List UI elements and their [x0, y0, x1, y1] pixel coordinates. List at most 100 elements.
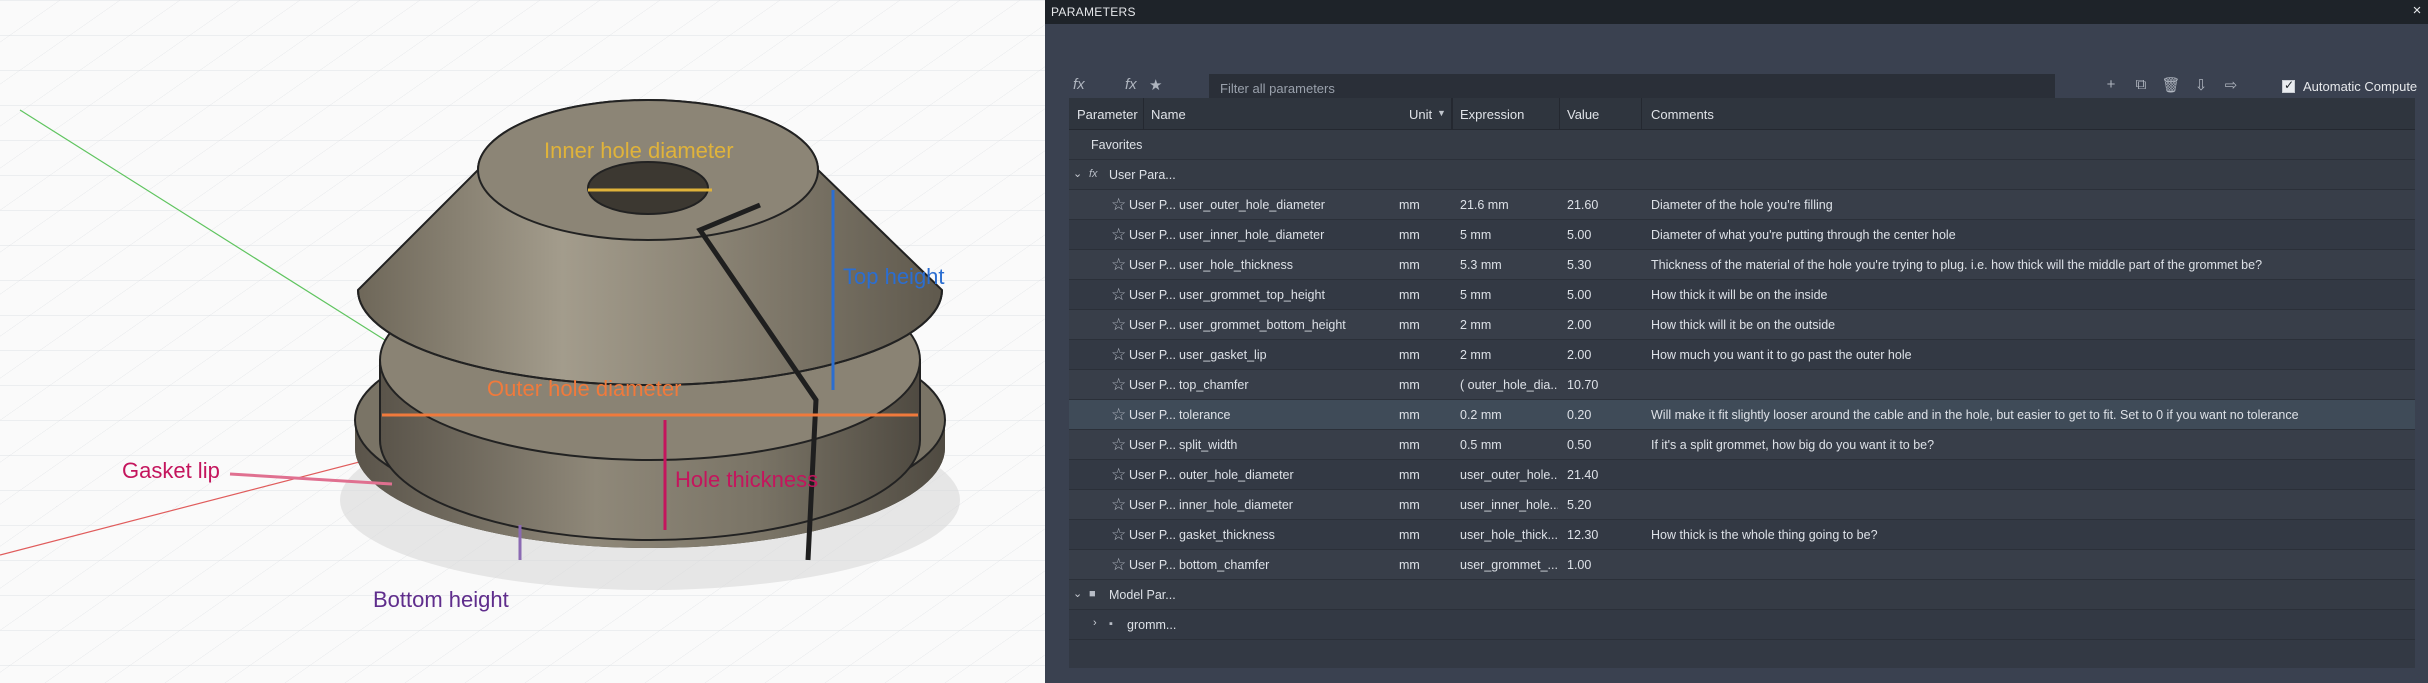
- function-icon[interactable]: fx: [1073, 76, 1085, 93]
- table-row[interactable]: ☆ User P... outer_hole_diameter mm user_…: [1069, 460, 2415, 490]
- param-unit: mm: [1399, 558, 1420, 572]
- 3d-viewport[interactable]: Inner hole diameter Top height Outer hol…: [0, 0, 1045, 683]
- user-function-icon[interactable]: fx: [1125, 76, 1137, 93]
- param-expression[interactable]: 2 mm: [1460, 318, 1558, 332]
- param-type: User P...: [1129, 258, 1177, 272]
- favorite-star-icon[interactable]: ☆: [1111, 375, 1126, 395]
- favorite-star-icon[interactable]: ☆: [1111, 405, 1126, 425]
- table-row[interactable]: ☆ User P... user_inner_hole_diameter mm …: [1069, 220, 2415, 250]
- table-row[interactable]: ☆ User P... gasket_thickness mm user_hol…: [1069, 520, 2415, 550]
- favorite-star-icon[interactable]: ☆: [1111, 195, 1126, 215]
- param-expression[interactable]: 0.2 mm: [1460, 408, 1558, 422]
- param-name[interactable]: outer_hole_diameter: [1179, 468, 1389, 482]
- table-row[interactable]: ☆ User P... user_hole_thickness mm 5.3 m…: [1069, 250, 2415, 280]
- gasket-lip-label: Gasket lip: [122, 458, 220, 483]
- close-icon[interactable]: ×: [2408, 1, 2426, 21]
- param-unit: mm: [1399, 228, 1420, 242]
- favorites-group-row[interactable]: Favorites: [1069, 130, 2415, 160]
- param-comment[interactable]: If it's a split grommet, how big do you …: [1651, 438, 2411, 452]
- favorites-star-icon[interactable]: ★: [1149, 76, 1162, 94]
- param-name[interactable]: bottom_chamfer: [1179, 558, 1389, 572]
- column-header-expression[interactable]: Expression: [1460, 107, 1524, 122]
- param-expression[interactable]: ( outer_hole_dia...: [1460, 378, 1558, 392]
- param-name[interactable]: top_chamfer: [1179, 378, 1389, 392]
- param-comment[interactable]: How much you want it to go past the oute…: [1651, 348, 2411, 362]
- favorite-star-icon[interactable]: ☆: [1111, 255, 1126, 275]
- table-row[interactable]: ☆ User P... user_outer_hole_diameter mm …: [1069, 190, 2415, 220]
- param-name[interactable]: user_grommet_bottom_height: [1179, 318, 1389, 332]
- favorite-star-icon[interactable]: ☆: [1111, 345, 1126, 365]
- user-parameters-group-row[interactable]: ⌄ fx User Para...: [1069, 160, 2415, 190]
- favorite-star-icon[interactable]: ☆: [1111, 435, 1126, 455]
- chevron-right-icon[interactable]: ›: [1093, 617, 1097, 629]
- param-name[interactable]: user_inner_hole_diameter: [1179, 228, 1389, 242]
- param-comment[interactable]: How thick will it be on the outside: [1651, 318, 2411, 332]
- param-expression[interactable]: user_grommet_...: [1460, 558, 1558, 572]
- param-type: User P...: [1129, 318, 1177, 332]
- table-row[interactable]: ☆ User P... user_grommet_top_height mm 5…: [1069, 280, 2415, 310]
- param-expression[interactable]: 5 mm: [1460, 288, 1558, 302]
- param-name[interactable]: split_width: [1179, 438, 1389, 452]
- param-type: User P...: [1129, 558, 1177, 572]
- favorite-star-icon[interactable]: ☆: [1111, 555, 1126, 575]
- favorite-star-icon[interactable]: ☆: [1111, 495, 1126, 515]
- table-row[interactable]: ☆ User P... top_chamfer mm ( outer_hole_…: [1069, 370, 2415, 400]
- import-parameters-icon[interactable]: ⇩: [2191, 76, 2211, 96]
- param-expression[interactable]: 5.3 mm: [1460, 258, 1558, 272]
- param-comment[interactable]: Diameter of the hole you're filling: [1651, 198, 2411, 212]
- param-value: 21.60: [1567, 198, 1599, 212]
- param-comment[interactable]: How thick it will be on the inside: [1651, 288, 2411, 302]
- parameters-panel: PARAMETERS × fx fx ★ + ⧉ 🗑 ⇩ ⇨ Automatic…: [1045, 0, 2428, 683]
- param-name[interactable]: tolerance: [1179, 408, 1389, 422]
- param-comment[interactable]: Diameter of what you're putting through …: [1651, 228, 2411, 242]
- param-name[interactable]: gasket_thickness: [1179, 528, 1389, 542]
- param-name[interactable]: user_hole_thickness: [1179, 258, 1389, 272]
- model-parameters-group-row[interactable]: ⌄ ■ Model Par...: [1069, 580, 2415, 610]
- param-expression[interactable]: user_outer_hole...: [1460, 468, 1558, 482]
- favorite-star-icon[interactable]: ☆: [1111, 465, 1126, 485]
- param-unit: mm: [1399, 468, 1420, 482]
- param-expression[interactable]: 21.6 mm: [1460, 198, 1558, 212]
- chevron-down-icon[interactable]: ⌄: [1073, 587, 1082, 600]
- chevron-down-icon[interactable]: ⌄: [1073, 167, 1082, 180]
- param-expression[interactable]: 2 mm: [1460, 348, 1558, 362]
- export-parameters-icon[interactable]: ⇨: [2221, 76, 2241, 96]
- table-row[interactable]: ☆ User P... inner_hole_diameter mm user_…: [1069, 490, 2415, 520]
- favorite-star-icon[interactable]: ☆: [1111, 525, 1126, 545]
- copy-parameter-icon[interactable]: ⧉: [2131, 76, 2151, 96]
- automatic-compute-checkbox[interactable]: [2282, 78, 2295, 93]
- top-height-label: Top height: [843, 264, 945, 289]
- favorite-star-icon[interactable]: ☆: [1111, 285, 1126, 305]
- column-header-unit[interactable]: Unit: [1409, 107, 1432, 122]
- param-comment[interactable]: Will make it fit slightly looser around …: [1651, 408, 2411, 422]
- param-expression[interactable]: user_inner_hole...: [1460, 498, 1558, 512]
- column-header-value[interactable]: Value: [1567, 107, 1599, 122]
- param-expression[interactable]: user_hole_thick...: [1460, 528, 1558, 542]
- table-row[interactable]: ☆ User P... split_width mm 0.5 mm 0.50 I…: [1069, 430, 2415, 460]
- param-comment[interactable]: How thick is the whole thing going to be…: [1651, 528, 2411, 542]
- column-header-comments[interactable]: Comments: [1651, 107, 1714, 122]
- param-name[interactable]: user_gasket_lip: [1179, 348, 1389, 362]
- model-component-row[interactable]: › ▪ gromm...: [1069, 610, 2415, 640]
- favorite-star-icon[interactable]: ☆: [1111, 315, 1126, 335]
- automatic-compute-toggle[interactable]: Automatic Compute: [2282, 78, 2417, 94]
- table-row[interactable]: ☆ User P... user_grommet_bottom_height m…: [1069, 310, 2415, 340]
- param-name[interactable]: user_outer_hole_diameter: [1179, 198, 1389, 212]
- param-expression[interactable]: 5 mm: [1460, 228, 1558, 242]
- table-row[interactable]: ☆ User P... user_gasket_lip mm 2 mm 2.00…: [1069, 340, 2415, 370]
- delete-parameter-icon[interactable]: 🗑: [2161, 76, 2181, 96]
- param-value: 12.30: [1567, 528, 1599, 542]
- param-comment[interactable]: Thickness of the material of the hole yo…: [1651, 258, 2411, 272]
- param-name[interactable]: user_grommet_top_height: [1179, 288, 1389, 302]
- column-header-parameter[interactable]: Parameter: [1077, 107, 1138, 122]
- table-row[interactable]: ☆ User P... tolerance mm 0.2 mm 0.20 Wil…: [1069, 400, 2415, 430]
- panel-titlebar[interactable]: PARAMETERS ×: [1045, 0, 2428, 24]
- sort-down-icon[interactable]: ▼: [1437, 108, 1446, 118]
- add-parameter-icon[interactable]: +: [2101, 76, 2121, 96]
- param-expression[interactable]: 0.5 mm: [1460, 438, 1558, 452]
- grommet-model-canvas[interactable]: [0, 0, 1045, 683]
- favorite-star-icon[interactable]: ☆: [1111, 225, 1126, 245]
- param-name[interactable]: inner_hole_diameter: [1179, 498, 1389, 512]
- column-header-name[interactable]: Name: [1151, 107, 1186, 122]
- table-row[interactable]: ☆ User P... bottom_chamfer mm user_gromm…: [1069, 550, 2415, 580]
